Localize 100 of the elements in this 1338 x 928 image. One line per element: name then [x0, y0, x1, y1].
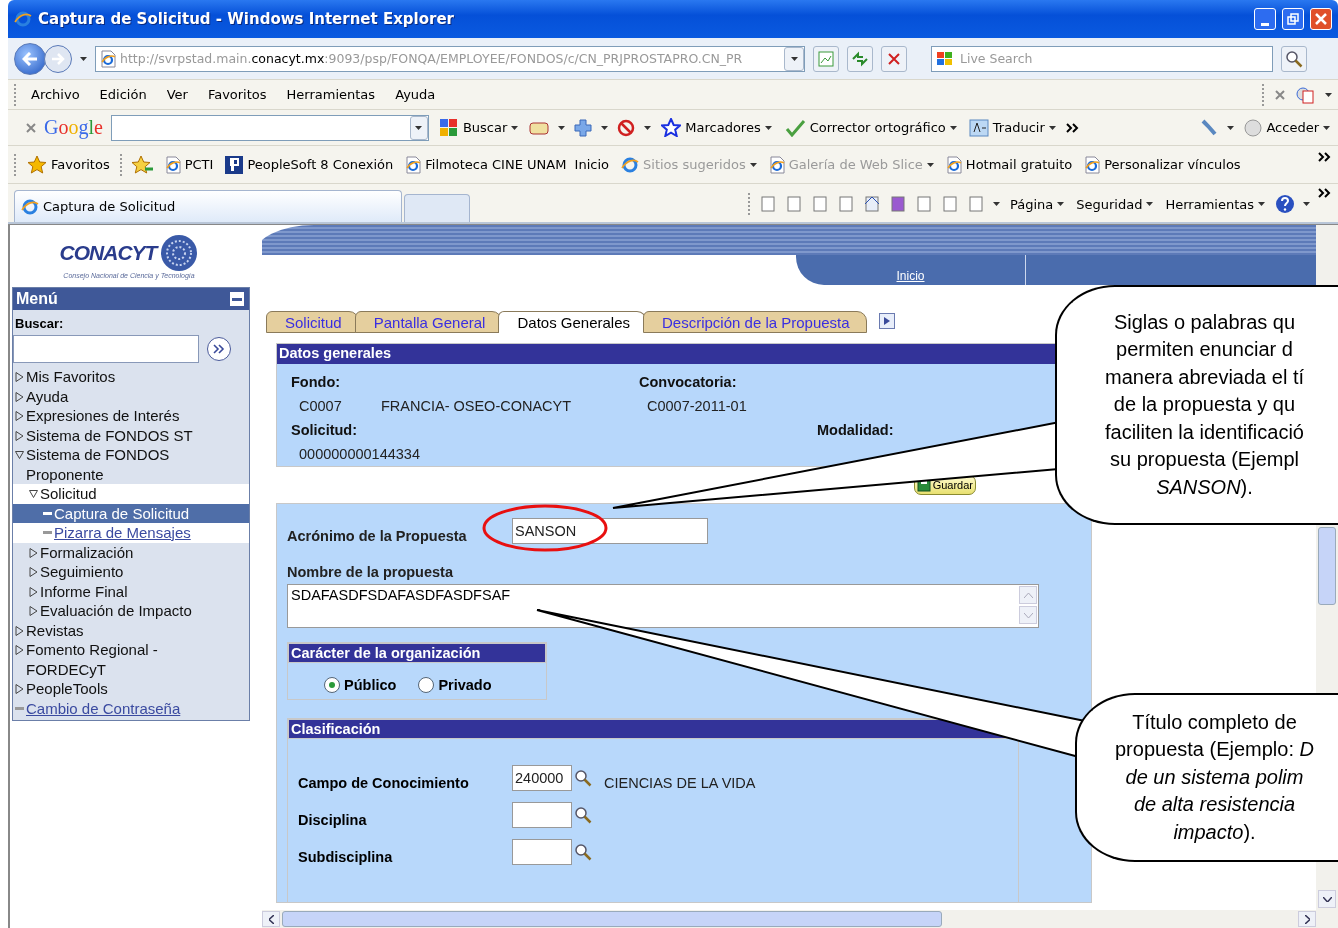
go-button[interactable] — [207, 337, 231, 361]
toolbar-button[interactable]: Corrector ortográfico — [781, 118, 959, 137]
menu-item[interactable]: Formalización — [40, 542, 134, 562]
menu-item[interactable]: Cambio de Contraseña — [26, 698, 181, 718]
add-favorite-icon[interactable] — [130, 154, 155, 175]
radio-option[interactable]: Público — [324, 677, 397, 693]
lookup-button[interactable] — [572, 806, 592, 824]
scroll-thumb[interactable] — [282, 911, 942, 927]
toolbar-button[interactable]: Traducir — [966, 118, 1058, 137]
favorite-link[interactable]: PCTI — [162, 155, 216, 174]
close-button[interactable] — [1310, 8, 1332, 30]
scroll-down-button[interactable] — [1318, 890, 1336, 908]
caret-icon — [949, 125, 957, 130]
menu-item[interactable]: Sistema de FONDOS ST — [26, 425, 193, 445]
collapse-arrow-icon[interactable] — [29, 489, 38, 499]
command-menu[interactable]: Página — [1007, 196, 1067, 212]
search-field[interactable]: Live Search — [931, 45, 1273, 72]
menu-item[interactable]: Edición — [93, 87, 153, 102]
favorites-button[interactable]: Favoritos — [25, 155, 112, 174]
menu-item[interactable]: Ayuda — [389, 87, 442, 102]
collapse-arrow-icon[interactable] — [15, 450, 24, 460]
collapse-button[interactable] — [230, 292, 244, 306]
menu-item[interactable]: PeopleTools — [26, 679, 108, 699]
menu-item[interactable]: Herramientas — [280, 87, 382, 102]
toolbar-button[interactable]: Buscar — [436, 117, 521, 138]
caret-icon — [1146, 202, 1154, 206]
close-icon[interactable] — [26, 122, 36, 133]
google-search-field[interactable] — [110, 114, 429, 141]
chevrons-icon[interactable] — [1318, 152, 1332, 162]
chevrons-icon[interactable] — [1065, 122, 1080, 133]
command-menu[interactable]: Herramientas — [1163, 196, 1267, 212]
stop-button[interactable] — [881, 45, 907, 72]
menu-item[interactable]: Seguimiento — [40, 562, 124, 582]
expand-arrow-icon[interactable] — [15, 625, 24, 636]
menu-item[interactable]: Informe Final — [40, 581, 128, 601]
squares-icon — [438, 117, 459, 138]
code-field[interactable]: 240000 — [512, 765, 572, 791]
expand-arrow-icon[interactable] — [15, 684, 24, 694]
home-link[interactable]: Inicio — [896, 269, 925, 283]
toolbar-button[interactable]: Marcadores — [659, 118, 774, 137]
expand-arrow-icon[interactable] — [15, 411, 24, 421]
dropdown-button[interactable] — [784, 46, 804, 71]
menu-item[interactable]: Mis Favoritos — [26, 367, 116, 387]
back-button[interactable] — [14, 42, 46, 75]
expand-arrow-icon[interactable] — [29, 547, 38, 558]
favorite-link[interactable]: PeopleSoft 8 Conexión — [223, 155, 396, 174]
command-menu[interactable]: Seguridad — [1074, 196, 1156, 212]
scroll-left-button[interactable] — [262, 911, 280, 927]
field-value: C0007 — [298, 398, 343, 414]
restore-button[interactable] — [1282, 8, 1304, 30]
help-icon[interactable] — [1275, 194, 1295, 214]
expand-arrow-icon[interactable] — [29, 586, 38, 597]
expand-arrow-icon[interactable] — [15, 430, 24, 441]
refresh-button[interactable] — [847, 45, 873, 72]
page-tab[interactable]: Descripción de la Propuesta — [643, 311, 867, 333]
menu-item[interactable]: Evaluación de Impacto — [40, 601, 192, 621]
code-field[interactable] — [512, 802, 572, 828]
lookup-button[interactable] — [572, 769, 592, 787]
search-label: Buscar: — [14, 315, 65, 333]
horizontal-scrollbar[interactable] — [262, 910, 1338, 928]
home-icon[interactable] — [862, 195, 881, 213]
chevrons-icon[interactable] — [1318, 188, 1332, 198]
favorite-link[interactable]: Filmoteca CINE UNAM Inicio — [403, 155, 612, 174]
minimize-button[interactable] — [1254, 8, 1276, 30]
scroll-thumb[interactable] — [1318, 527, 1336, 605]
favorite-link[interactable]: Personalizar vínculos — [1082, 155, 1243, 174]
expand-arrow-icon[interactable] — [15, 645, 24, 655]
lookup-button[interactable] — [572, 843, 592, 861]
menu-item[interactable]: Ver — [160, 87, 194, 102]
menu-item[interactable]: Fomento Regional - FORDECyT — [26, 640, 216, 679]
radio-button[interactable] — [418, 677, 435, 693]
minus-icon — [232, 297, 242, 301]
menu-search-field[interactable] — [13, 335, 199, 363]
address-field[interactable]: http://svrpstad.main.conacyt.mx:9093/psp/FONQA/EMPLOYEE/FONDOS/c/CN_PRJPROSTAPRO.CN_PR — [95, 45, 805, 72]
next-tab-button[interactable] — [878, 313, 895, 329]
menu-item[interactable]: Revistas — [26, 620, 84, 640]
menu-item[interactable]: Ayuda — [26, 386, 69, 406]
menu-item[interactable]: Archivo — [25, 87, 86, 102]
menu-item[interactable]: Expresiones de Interés — [26, 406, 180, 426]
expand-arrow-icon[interactable] — [15, 391, 24, 402]
scroll-right-button[interactable] — [1298, 911, 1316, 927]
menu-item[interactable]: Favoritos — [201, 87, 273, 102]
browser-tab[interactable]: Captura de Solicitud — [14, 190, 402, 222]
expand-arrow-icon[interactable] — [29, 606, 38, 616]
forward-button[interactable] — [44, 44, 72, 73]
expand-arrow-icon[interactable] — [29, 567, 38, 577]
code-field[interactable] — [512, 839, 572, 865]
close-icon[interactable] — [1275, 89, 1285, 100]
sign-in-button[interactable]: Acceder — [1242, 118, 1332, 137]
favorite-link[interactable]: Hotmail gratuito — [943, 155, 1075, 174]
expand-arrow-icon[interactable] — [15, 372, 24, 382]
save-icon[interactable] — [888, 195, 907, 213]
menu-item[interactable]: Sistema de FONDOS Proponente — [26, 445, 216, 484]
dropdown-button[interactable] — [409, 115, 428, 140]
plus-icon[interactable] — [573, 117, 594, 138]
acronym-field[interactable]: SANSON — [512, 518, 708, 544]
radio-option[interactable]: Privado — [418, 677, 492, 693]
radio-button[interactable] — [324, 677, 340, 693]
field-label: Subdisciplina — [298, 848, 394, 865]
blocked-icon[interactable] — [616, 117, 637, 138]
